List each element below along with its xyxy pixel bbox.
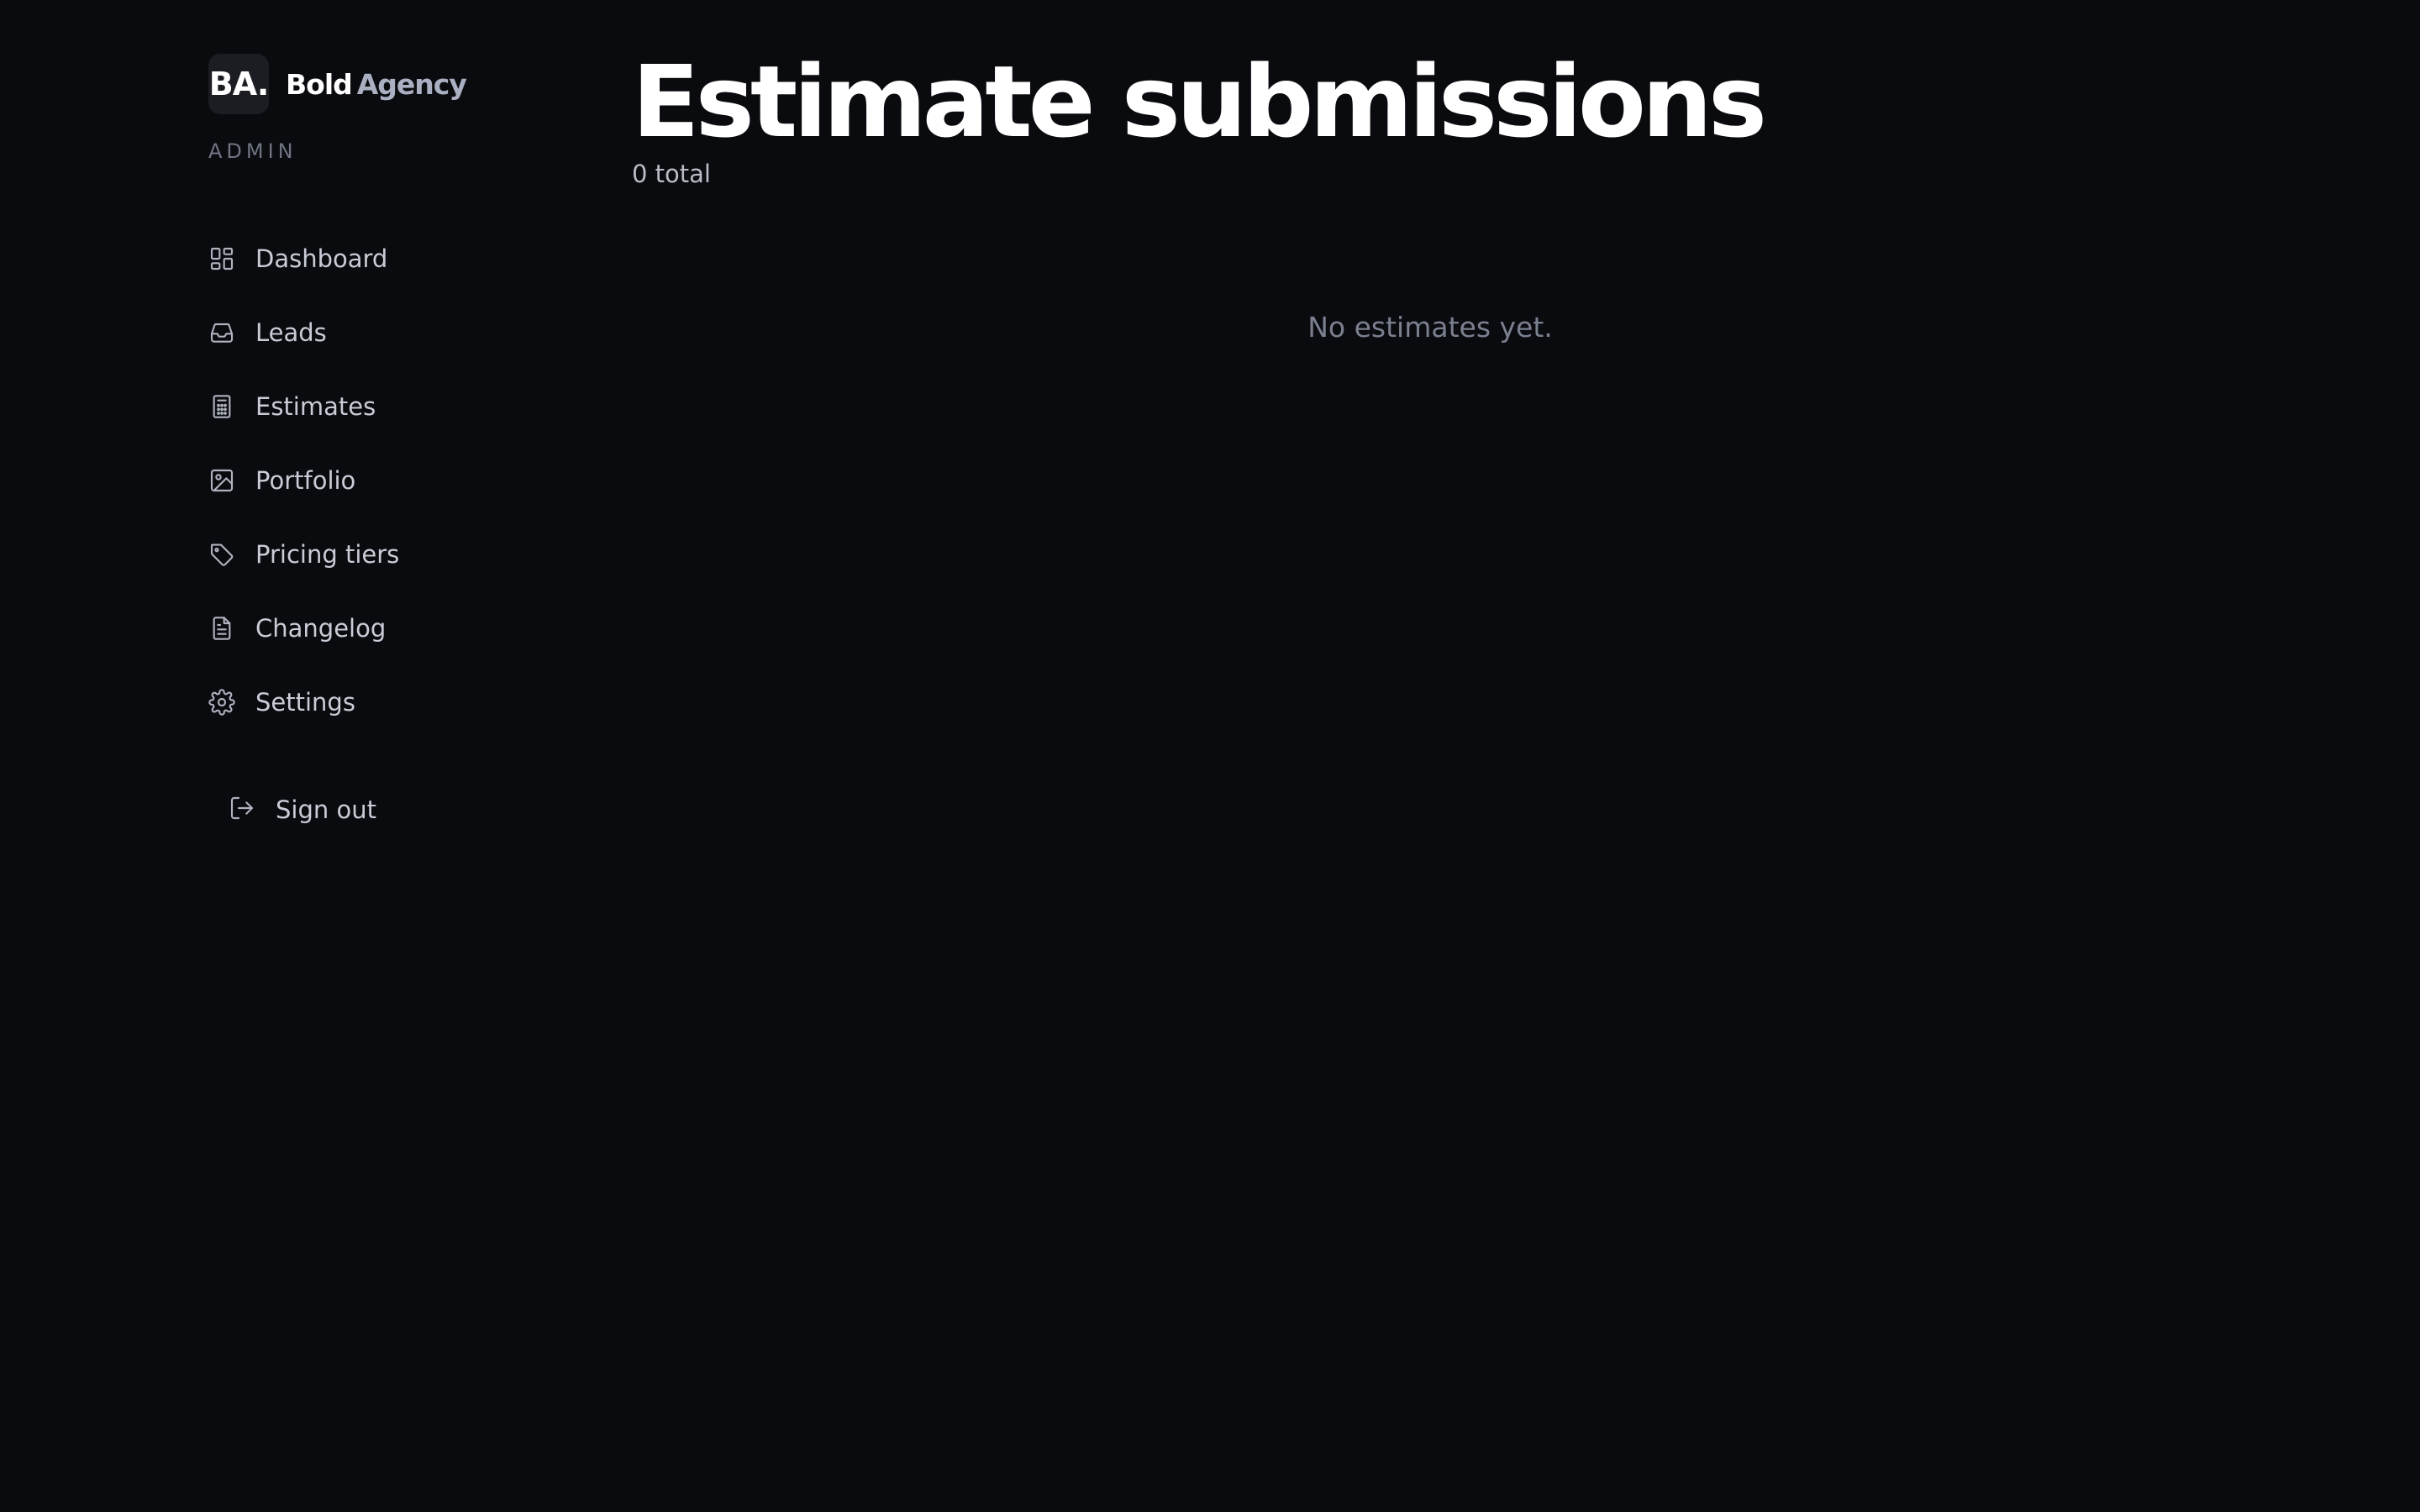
sidebar-item-pricing-tiers[interactable]: Pricing tiers — [208, 517, 595, 591]
sidebar-item-label: Changelog — [255, 614, 387, 643]
sidebar-item-label: Dashboard — [255, 244, 388, 273]
page-title: Estimate submissions — [632, 44, 1767, 160]
brand-logo: BA. — [208, 54, 269, 114]
sign-out-button[interactable]: Sign out — [229, 786, 595, 833]
sign-out-label: Sign out — [276, 795, 376, 824]
calculator-icon — [208, 393, 235, 420]
main-content: Estimate submissions 0 total No estimate… — [632, 44, 2228, 344]
tag-icon — [208, 541, 235, 568]
sidebar: BA. Bold Agency ADMIN Dashboard Leads Es… — [208, 54, 595, 833]
sidebar-item-leads[interactable]: Leads — [208, 296, 595, 370]
inbox-icon — [208, 319, 235, 346]
brand[interactable]: BA. Bold Agency — [208, 54, 595, 114]
sidebar-item-label: Estimates — [255, 392, 376, 421]
sidebar-item-label: Pricing tiers — [255, 540, 400, 569]
sidebar-item-label: Leads — [255, 318, 327, 347]
brand-name-bold: Bold — [286, 67, 353, 101]
sidebar-item-portfolio[interactable]: Portfolio — [208, 444, 595, 517]
total-count: 0 total — [632, 160, 711, 188]
empty-state-message: No estimates yet. — [1307, 311, 1553, 344]
sidebar-item-dashboard[interactable]: Dashboard — [208, 222, 595, 296]
sidebar-item-changelog[interactable]: Changelog — [208, 591, 595, 665]
sidebar-nav: Dashboard Leads Estimates Portfolio Pric… — [208, 222, 595, 739]
gear-icon — [208, 689, 235, 716]
brand-name-light: Agency — [356, 67, 467, 101]
brand-name: Bold Agency — [286, 67, 467, 101]
document-icon — [208, 615, 235, 642]
sidebar-item-estimates[interactable]: Estimates — [208, 370, 595, 444]
sidebar-item-settings[interactable]: Settings — [208, 665, 595, 739]
sidebar-item-label: Settings — [255, 688, 355, 717]
admin-label: ADMIN — [208, 139, 297, 163]
dashboard-icon — [208, 245, 235, 272]
admin-app: BA. Bold Agency ADMIN Dashboard Leads Es… — [0, 0, 2420, 1512]
image-icon — [208, 467, 235, 494]
sidebar-item-label: Portfolio — [255, 466, 356, 495]
sign-out-icon — [229, 795, 255, 825]
